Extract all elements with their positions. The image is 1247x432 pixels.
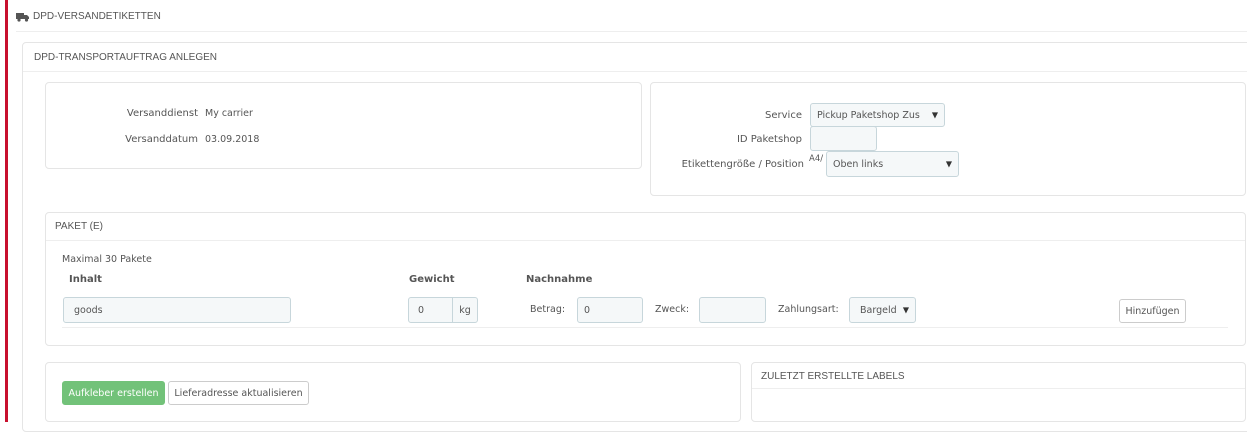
page-title-text: DPD-VERSANDETIKETTEN xyxy=(33,11,161,22)
cod-header: Nachnahme xyxy=(526,274,593,285)
weight-unit: kg xyxy=(452,297,478,323)
divider xyxy=(16,31,1247,32)
accent-bar xyxy=(5,0,8,422)
row-divider xyxy=(62,327,1228,328)
label-size-prefix: A4/ xyxy=(809,154,824,164)
content-header: Inhalt xyxy=(69,274,102,285)
label-position-value: Oben links xyxy=(833,158,884,170)
date-value: 03.09.2018 xyxy=(205,134,260,145)
payment-label: Zahlungsart: xyxy=(778,304,839,315)
service-select-value: Pickup Paketshop Zus xyxy=(817,109,920,121)
content-input[interactable]: goods xyxy=(63,297,291,323)
max-parcels-note: Maximal 30 Pakete xyxy=(62,254,152,265)
parcelshop-id-input[interactable] xyxy=(810,126,877,151)
shipment-info-box xyxy=(45,82,642,169)
paket-divider xyxy=(46,240,1245,241)
panel-title: DPD-TRANSPORTAUFTRAG ANLEGEN xyxy=(34,52,217,63)
label-size-label: Etikettengröße / Position xyxy=(681,159,804,170)
paket-title: PAKET (E) xyxy=(55,221,103,232)
purpose-label: Zweck: xyxy=(655,304,690,315)
page-title: DPD-VERSANDETIKETTEN xyxy=(16,11,161,22)
caret-down-icon: ▼ xyxy=(945,159,952,169)
carrier-label: Versanddienst xyxy=(126,108,198,119)
caret-down-icon: ▼ xyxy=(902,305,909,315)
weight-input[interactable]: 0 xyxy=(408,297,453,323)
payment-select-value: Bargeld xyxy=(860,304,897,316)
update-address-button[interactable]: Lieferadresse aktualisieren xyxy=(168,381,309,405)
truck-icon xyxy=(16,12,29,22)
paket-box xyxy=(45,212,1246,346)
weight-header: Gewicht xyxy=(409,274,455,285)
carrier-value: My carrier xyxy=(205,108,253,119)
panel-divider xyxy=(23,71,1247,72)
amount-input[interactable]: 0 xyxy=(577,297,643,323)
create-label-button[interactable]: Aufkleber erstellen xyxy=(62,381,165,405)
add-parcel-button[interactable]: Hinzufügen xyxy=(1119,299,1186,323)
recent-labels-title: ZULETZT ERSTELLTE LABELS xyxy=(761,371,905,382)
date-label: Versanddatum xyxy=(125,134,198,145)
parcelshop-id-label: ID Paketshop xyxy=(736,134,802,145)
service-label: Service xyxy=(765,110,802,121)
label-position-select[interactable]: Oben links ▼ xyxy=(826,151,959,177)
service-select[interactable]: Pickup Paketshop Zus ▼ xyxy=(810,103,945,127)
recent-labels-divider xyxy=(752,388,1245,389)
payment-select[interactable]: Bargeld ▼ xyxy=(849,297,916,323)
amount-label: Betrag: xyxy=(530,304,566,315)
purpose-input[interactable] xyxy=(699,297,766,323)
caret-down-icon: ▼ xyxy=(931,110,938,120)
